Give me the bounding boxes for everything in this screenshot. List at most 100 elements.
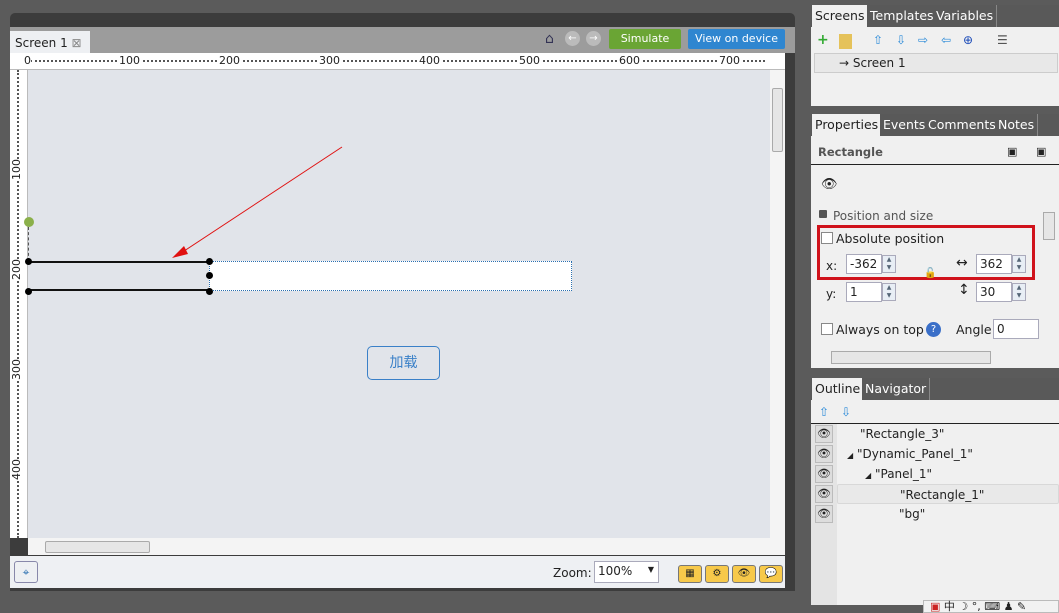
ruler-label: 500 bbox=[517, 54, 542, 67]
scroll-thumb[interactable] bbox=[772, 88, 783, 152]
outline-label: "Rectangle_3" bbox=[860, 427, 945, 441]
home-icon[interactable]: ⌂ bbox=[545, 31, 554, 47]
close-tab-icon[interactable]: ⊠ bbox=[72, 36, 82, 50]
forward-icon[interactable]: → bbox=[586, 31, 601, 46]
design-canvas[interactable]: 加载 bbox=[24, 70, 770, 538]
absolute-position-checkbox[interactable] bbox=[821, 232, 833, 244]
vertical-ruler: 100 200 300 400 bbox=[10, 70, 28, 538]
style-icon[interactable]: ▣ bbox=[1007, 145, 1017, 158]
outline-label: "Dynamic_Panel_1" bbox=[856, 447, 973, 461]
outline-panel: Outline Navigator ⇧ ⇩ 👁 👁 👁 👁 👁 "Rectang… bbox=[811, 378, 1059, 605]
ruler-label: 400 bbox=[10, 459, 23, 480]
preview-eye-icon[interactable]: 👁 bbox=[732, 565, 756, 583]
ruler-label: 600 bbox=[617, 54, 642, 67]
visibility-eye-icon[interactable]: 👁 bbox=[815, 425, 833, 443]
add-folder-icon[interactable] bbox=[839, 34, 852, 49]
height-input[interactable]: 30 bbox=[976, 282, 1012, 302]
visibility-icon[interactable]: 👁 bbox=[821, 177, 838, 192]
zoom-label: Zoom: bbox=[553, 566, 592, 580]
ruler-label: 200 bbox=[10, 259, 23, 280]
always-on-top-checkbox[interactable] bbox=[821, 323, 833, 335]
indent-icon[interactable]: ⇨ bbox=[918, 33, 928, 47]
options-icon[interactable]: ☰ bbox=[997, 33, 1008, 47]
move-down-icon[interactable]: ⇩ bbox=[896, 33, 906, 47]
outline-item[interactable]: ◢ "Dynamic_Panel_1" bbox=[837, 444, 1059, 464]
x-label: x: bbox=[826, 259, 838, 273]
tab-screen-1[interactable]: Screen 1 ⊠ bbox=[10, 31, 90, 53]
outline-item[interactable]: "bg" bbox=[837, 504, 1059, 524]
outline-label: "Panel_1" bbox=[874, 467, 933, 481]
tab-screens[interactable]: Screens bbox=[812, 5, 869, 27]
outline-item-selected[interactable]: "Rectangle_1" bbox=[837, 484, 1059, 504]
fit-screen-icon[interactable]: ⌖ bbox=[14, 561, 38, 583]
scroll-thumb[interactable] bbox=[45, 541, 150, 553]
zoom-select[interactable]: 100% ▼ bbox=[594, 561, 659, 583]
tab-notes[interactable]: Notes bbox=[995, 114, 1039, 136]
comment-icon[interactable]: 💬 bbox=[759, 565, 783, 583]
ruler-label: 700 bbox=[717, 54, 742, 67]
back-icon[interactable]: ← bbox=[565, 31, 580, 46]
tab-events[interactable]: Events bbox=[880, 114, 930, 136]
help-icon[interactable]: ? bbox=[926, 322, 941, 337]
element-type: Rectangle bbox=[818, 145, 883, 159]
width-stepper[interactable]: ▲ ▼ bbox=[1012, 255, 1026, 273]
settings-icon[interactable]: ⚙ bbox=[705, 565, 729, 583]
ruler-label: 100 bbox=[117, 54, 142, 67]
tab-templates[interactable]: Templates bbox=[867, 5, 938, 27]
height-icon: ↕ bbox=[958, 282, 970, 298]
expand-icon[interactable]: ◢ bbox=[847, 451, 853, 460]
view-on-device-button[interactable]: View on device bbox=[688, 29, 785, 49]
height-stepper[interactable]: ▲ ▼ bbox=[1012, 283, 1026, 301]
width-input[interactable]: 362 bbox=[976, 254, 1012, 274]
simulate-button[interactable]: Simulate bbox=[609, 29, 681, 49]
move-up-icon[interactable]: ⇧ bbox=[819, 405, 829, 419]
collapse-icon[interactable] bbox=[819, 210, 827, 218]
screen-list-item[interactable]: → Screen 1 bbox=[814, 53, 1058, 73]
outline-item[interactable]: ◢ "Panel_1" bbox=[837, 464, 1059, 484]
move-down-icon[interactable]: ⇩ bbox=[841, 405, 851, 419]
ruler-label: 300 bbox=[10, 359, 23, 380]
properties-panel: Properties Events Comments Notes Rectang… bbox=[811, 114, 1059, 368]
outdent-icon[interactable]: ⇦ bbox=[941, 33, 951, 47]
y-stepper[interactable]: ▲ ▼ bbox=[882, 283, 896, 301]
tab-outline[interactable]: Outline bbox=[812, 378, 865, 400]
screen-name: Screen 1 bbox=[852, 56, 906, 70]
move-up-icon[interactable]: ⇧ bbox=[873, 33, 883, 47]
ime-mode[interactable]: 中 bbox=[944, 600, 955, 613]
add-child-icon[interactable]: ⊕ bbox=[963, 33, 973, 47]
lock-icon[interactable]: 🔓 bbox=[924, 268, 936, 279]
tab-variables[interactable]: Variables bbox=[933, 5, 998, 27]
always-on-top-label: Always on top bbox=[836, 322, 924, 337]
visibility-eye-icon[interactable]: 👁 bbox=[815, 505, 833, 523]
tab-properties[interactable]: Properties bbox=[812, 114, 883, 136]
expand-icon[interactable]: ◢ bbox=[865, 471, 871, 480]
ime-logo-icon: ▣ bbox=[930, 600, 941, 613]
x-input[interactable]: -362 bbox=[846, 254, 882, 274]
horizontal-scrollbar[interactable] bbox=[28, 538, 785, 555]
red-arrow-annotation bbox=[172, 146, 343, 258]
horizontal-ruler: 0 100 200 300 400 500 600 700 bbox=[10, 53, 785, 70]
tab-navigator[interactable]: Navigator bbox=[862, 378, 931, 400]
properties-scrollbar[interactable] bbox=[1043, 212, 1055, 240]
vertical-scrollbar[interactable] bbox=[770, 70, 785, 538]
properties-hscrollbar[interactable] bbox=[831, 351, 991, 364]
ruler-label: 400 bbox=[417, 54, 442, 67]
visibility-eye-icon[interactable]: 👁 bbox=[815, 445, 833, 463]
ruler-label: 0 bbox=[24, 54, 31, 67]
y-input[interactable]: 1 bbox=[846, 282, 882, 302]
style-edit-icon[interactable]: ▣ bbox=[1036, 145, 1046, 158]
y-label: y: bbox=[826, 287, 837, 301]
add-screen-icon[interactable]: + bbox=[817, 32, 829, 48]
tab-label: Screen 1 bbox=[15, 36, 68, 50]
outline-item[interactable]: "Rectangle_3" bbox=[837, 424, 1059, 444]
section-title: Position and size bbox=[833, 209, 934, 223]
tab-comments[interactable]: Comments bbox=[925, 114, 1000, 136]
visibility-eye-icon[interactable]: 👁 bbox=[815, 465, 833, 483]
layout-icon[interactable]: ▦ bbox=[678, 565, 702, 583]
angle-input[interactable]: 0 bbox=[993, 319, 1039, 339]
x-stepper[interactable]: ▲ ▼ bbox=[882, 255, 896, 273]
visibility-eye-icon[interactable]: 👁 bbox=[815, 485, 833, 503]
editor-bottom-bar: ⌖ Zoom: 100% ▼ bbox=[10, 556, 785, 588]
ime-toolbar[interactable]: ▣ 中 ☽ °, ⌨ ♟ ✎ bbox=[923, 600, 1059, 613]
ruler-label: 300 bbox=[317, 54, 342, 67]
